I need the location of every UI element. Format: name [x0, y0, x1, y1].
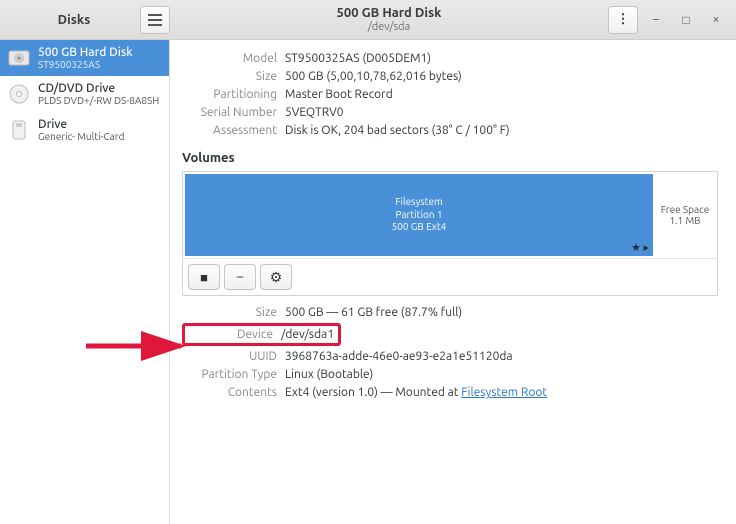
- window-minimize-button[interactable]: –: [644, 8, 668, 32]
- volume-partition-1[interactable]: Filesystem Partition 1 500 GB Ext4 ★ ▸: [185, 174, 653, 256]
- filesystem-root-link[interactable]: Filesystem Root: [461, 386, 547, 399]
- optical-drive-icon: [8, 83, 30, 105]
- hamburger-icon: [148, 14, 162, 26]
- label-part-size: Size: [182, 306, 277, 319]
- volumes-heading: Volumes: [182, 151, 718, 165]
- label-model: Model: [182, 52, 277, 65]
- label-uuid: UUID: [182, 350, 277, 363]
- sidebar-item-sub: ST9500325AS: [38, 59, 133, 70]
- volume-line: Free Space: [661, 204, 710, 215]
- contents-prefix: Ext4 (version 1.0) — Mounted at: [285, 386, 461, 399]
- label-device: Device: [189, 328, 273, 341]
- value-uuid: 3968763a-adde-46e0-ae93-e2a1e51120da: [285, 350, 718, 363]
- main-panel: Model ST9500325AS (D005DEM1) Size 500 GB…: [170, 40, 736, 524]
- partition-settings-button[interactable]: ⚙: [260, 264, 292, 290]
- device-highlight: Device /dev/sda1: [182, 323, 341, 346]
- minus-icon: –: [237, 270, 243, 284]
- label-partitioning: Partitioning: [182, 88, 277, 101]
- disk-menu-button[interactable]: ⋮: [608, 6, 638, 34]
- star-icon: ★ ▸: [631, 241, 649, 254]
- value-part-size: 500 GB — 61 GB free (87.7% full): [285, 306, 718, 319]
- sidebar-item-hard-disk[interactable]: 500 GB Hard Disk ST9500325AS: [0, 40, 169, 76]
- maximize-icon: □: [682, 13, 689, 27]
- unmount-button[interactable]: ■: [188, 264, 220, 290]
- window-header: Disks 500 GB Hard Disk /dev/sda ⋮ – □ ×: [0, 0, 736, 40]
- value-serial: 5VEQTRV0: [285, 106, 718, 119]
- volumes-box: Filesystem Partition 1 500 GB Ext4 ★ ▸ F…: [182, 171, 718, 296]
- sidebar-item-cddvd[interactable]: CD/DVD Drive PLDS DVD+/-RW DS-8A8SH: [0, 76, 169, 112]
- sidebar-item-drive[interactable]: Drive Generic- Multi-Card: [0, 112, 169, 148]
- label-contents: Contents: [182, 386, 277, 399]
- hard-disk-icon: [8, 47, 30, 69]
- gear-icon: ⚙: [270, 269, 283, 286]
- value-device: /dev/sda1: [281, 328, 334, 341]
- label-ptype: Partition Type: [182, 368, 277, 381]
- volume-line: 500 GB Ext4: [392, 221, 447, 234]
- sidebar-item-sub: Generic- Multi-Card: [38, 131, 124, 142]
- value-ptype: Linux (Bootable): [285, 368, 718, 381]
- value-size: 500 GB (5,00,10,78,62,016 bytes): [285, 70, 718, 83]
- volume-line: Partition 1: [395, 209, 442, 222]
- sidebar-item-label: CD/DVD Drive: [38, 82, 159, 95]
- value-contents: Ext4 (version 1.0) — Mounted at Filesyst…: [285, 386, 718, 399]
- sidebar-item-label: Drive: [38, 118, 124, 131]
- label-size: Size: [182, 70, 277, 83]
- device-sidebar: 500 GB Hard Disk ST9500325AS CD/DVD Driv…: [0, 40, 170, 524]
- value-assessment: Disk is OK, 204 bad sectors (38° C / 100…: [285, 124, 718, 137]
- volume-line: 1.1 MB: [669, 215, 700, 226]
- close-icon: ×: [713, 13, 720, 26]
- stop-icon: ■: [200, 270, 208, 285]
- value-partitioning: Master Boot Record: [285, 88, 718, 101]
- removable-drive-icon: [8, 119, 30, 141]
- kebab-icon: ⋮: [617, 12, 630, 27]
- window-maximize-button[interactable]: □: [674, 8, 698, 32]
- sidebar-item-sub: PLDS DVD+/-RW DS-8A8SH: [38, 95, 159, 106]
- window-subtitle: /dev/sda: [170, 21, 608, 33]
- window-close-button[interactable]: ×: [704, 8, 728, 32]
- sidebar-item-label: 500 GB Hard Disk: [38, 46, 133, 59]
- label-assessment: Assessment: [182, 124, 277, 137]
- minimize-icon: –: [653, 13, 659, 26]
- delete-partition-button[interactable]: –: [224, 264, 256, 290]
- app-menu-button[interactable]: [140, 6, 170, 34]
- app-name: Disks: [8, 13, 140, 27]
- label-serial: Serial Number: [182, 106, 277, 119]
- volume-line: Filesystem: [395, 196, 442, 209]
- window-title: 500 GB Hard Disk: [170, 6, 608, 20]
- volume-free-space[interactable]: Free Space 1.1 MB: [655, 174, 715, 256]
- value-model: ST9500325AS (D005DEM1): [285, 52, 718, 65]
